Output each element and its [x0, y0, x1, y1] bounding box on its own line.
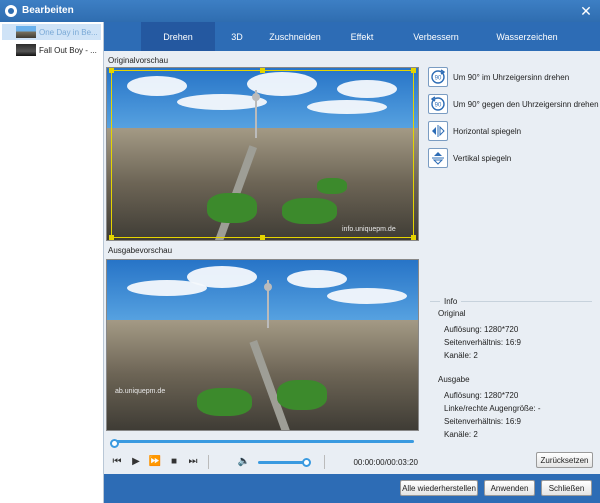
rotate-clockwise-icon: 90	[428, 67, 448, 87]
progress-slider[interactable]	[108, 437, 418, 448]
skip-end-icon[interactable]: ⏭	[186, 455, 200, 469]
crop-handle[interactable]	[260, 235, 265, 240]
original-heading: Original	[438, 309, 466, 318]
volume-slider[interactable]	[258, 458, 311, 467]
flip-horizontal-icon	[428, 121, 448, 141]
flip-vertical-label: Vertikal spiegeln	[453, 153, 512, 163]
crop-handle[interactable]	[260, 68, 265, 73]
output-heading: Ausgabe	[438, 375, 470, 384]
flip-vertical-icon	[428, 148, 448, 168]
crop-handle[interactable]	[109, 68, 114, 73]
original-aspect-ratio: Seitenverhältnis: 16:9	[444, 338, 521, 347]
apply-button[interactable]: Anwenden	[484, 480, 535, 496]
file-item-one-day[interactable]: One Day in Be...	[2, 24, 101, 40]
video-thumbnail	[16, 44, 36, 56]
divider	[208, 455, 209, 469]
info-legend: Info	[440, 297, 462, 306]
output-preview: ab.uniquepm.de	[106, 259, 419, 431]
output-eye-size: Linke/rechte Augengröße: -	[444, 404, 541, 413]
crop-handle[interactable]	[411, 68, 416, 73]
app-logo-icon	[5, 5, 17, 17]
title-bar: Bearbeiten ✕	[0, 0, 600, 22]
flip-vertical-button[interactable]: Vertikal spiegeln	[428, 148, 511, 168]
file-list: One Day in Be... Fall Out Boy - ...	[0, 22, 104, 503]
volume-handle[interactable]	[301, 458, 311, 467]
reset-button[interactable]: Zurücksetzen	[536, 452, 593, 468]
rotate-clockwise-label: Um 90° im Uhrzeigersinn drehen	[453, 72, 570, 82]
fast-forward-icon[interactable]: ⏩	[148, 455, 162, 469]
divider	[324, 455, 325, 469]
flip-horizontal-label: Horizontal spiegeln	[453, 126, 522, 136]
tab-effekt[interactable]: Effekt	[331, 22, 393, 51]
crop-frame[interactable]	[109, 68, 416, 240]
file-name: Fall Out Boy - ...	[39, 45, 97, 55]
output-channels: Kanäle: 2	[444, 430, 478, 439]
rotate-counterclockwise-icon: 90	[428, 94, 448, 114]
output-aspect-ratio: Seitenverhältnis: 16:9	[444, 417, 521, 426]
video-watermark: ab.uniquepm.de	[115, 388, 166, 395]
original-preview: info.uniquepm.de	[106, 67, 419, 241]
tab-bar: Drehen 3D Zuschneiden Effekt Verbessern …	[104, 22, 600, 51]
flip-horizontal-button[interactable]: Horizontal spiegeln	[428, 121, 521, 141]
output-preview-label: Ausgabevorschau	[108, 246, 173, 255]
close-button[interactable]: Schließen	[541, 480, 592, 496]
tab-wasserzeichen[interactable]: Wasserzeichen	[479, 22, 575, 51]
video-thumbnail	[16, 26, 36, 38]
crop-handle[interactable]	[109, 235, 114, 240]
svg-text:90: 90	[435, 76, 442, 82]
rotate-counterclockwise-button[interactable]: 90 Um 90° gegen den Uhrzeigersinn drehen	[428, 94, 599, 114]
restore-all-button[interactable]: Alle wiederherstellen	[400, 480, 478, 496]
tab-drehen[interactable]: Drehen	[141, 22, 215, 51]
rotate-counterclockwise-label: Um 90° gegen den Uhrzeigersinn drehen	[453, 99, 599, 109]
volume-icon[interactable]: 🔈	[237, 455, 251, 469]
original-resolution: Auflösung: 1280*720	[444, 325, 519, 334]
file-item-fall-out-boy[interactable]: Fall Out Boy - ...	[2, 42, 101, 58]
tab-zuschneiden[interactable]: Zuschneiden	[259, 22, 331, 51]
rotate-clockwise-button[interactable]: 90 Um 90° im Uhrzeigersinn drehen	[428, 67, 569, 87]
tab-verbessern[interactable]: Verbessern	[393, 22, 479, 51]
tab-3d[interactable]: 3D	[215, 22, 259, 51]
stop-icon[interactable]: ■	[167, 455, 181, 469]
progress-handle[interactable]	[110, 439, 119, 448]
close-icon[interactable]: ✕	[578, 3, 594, 19]
original-channels: Kanäle: 2	[444, 351, 478, 360]
svg-text:90: 90	[435, 103, 442, 109]
play-icon[interactable]: ▶	[129, 455, 143, 469]
file-name: One Day in Be...	[39, 27, 98, 37]
crop-handle[interactable]	[411, 235, 416, 240]
original-preview-label: Originalvorschau	[108, 56, 169, 65]
window-title: Bearbeiten	[22, 5, 74, 16]
progress-track[interactable]	[110, 439, 414, 448]
time-display: 00:00:00/00:03:20	[353, 458, 418, 467]
player-controls: ⏮ ▶ ⏩ ■ ⏭ 🔈 00:00:00/00:03:20	[104, 452, 422, 472]
output-resolution: Auflösung: 1280*720	[444, 391, 519, 400]
skip-start-icon[interactable]: ⏮	[110, 455, 124, 469]
